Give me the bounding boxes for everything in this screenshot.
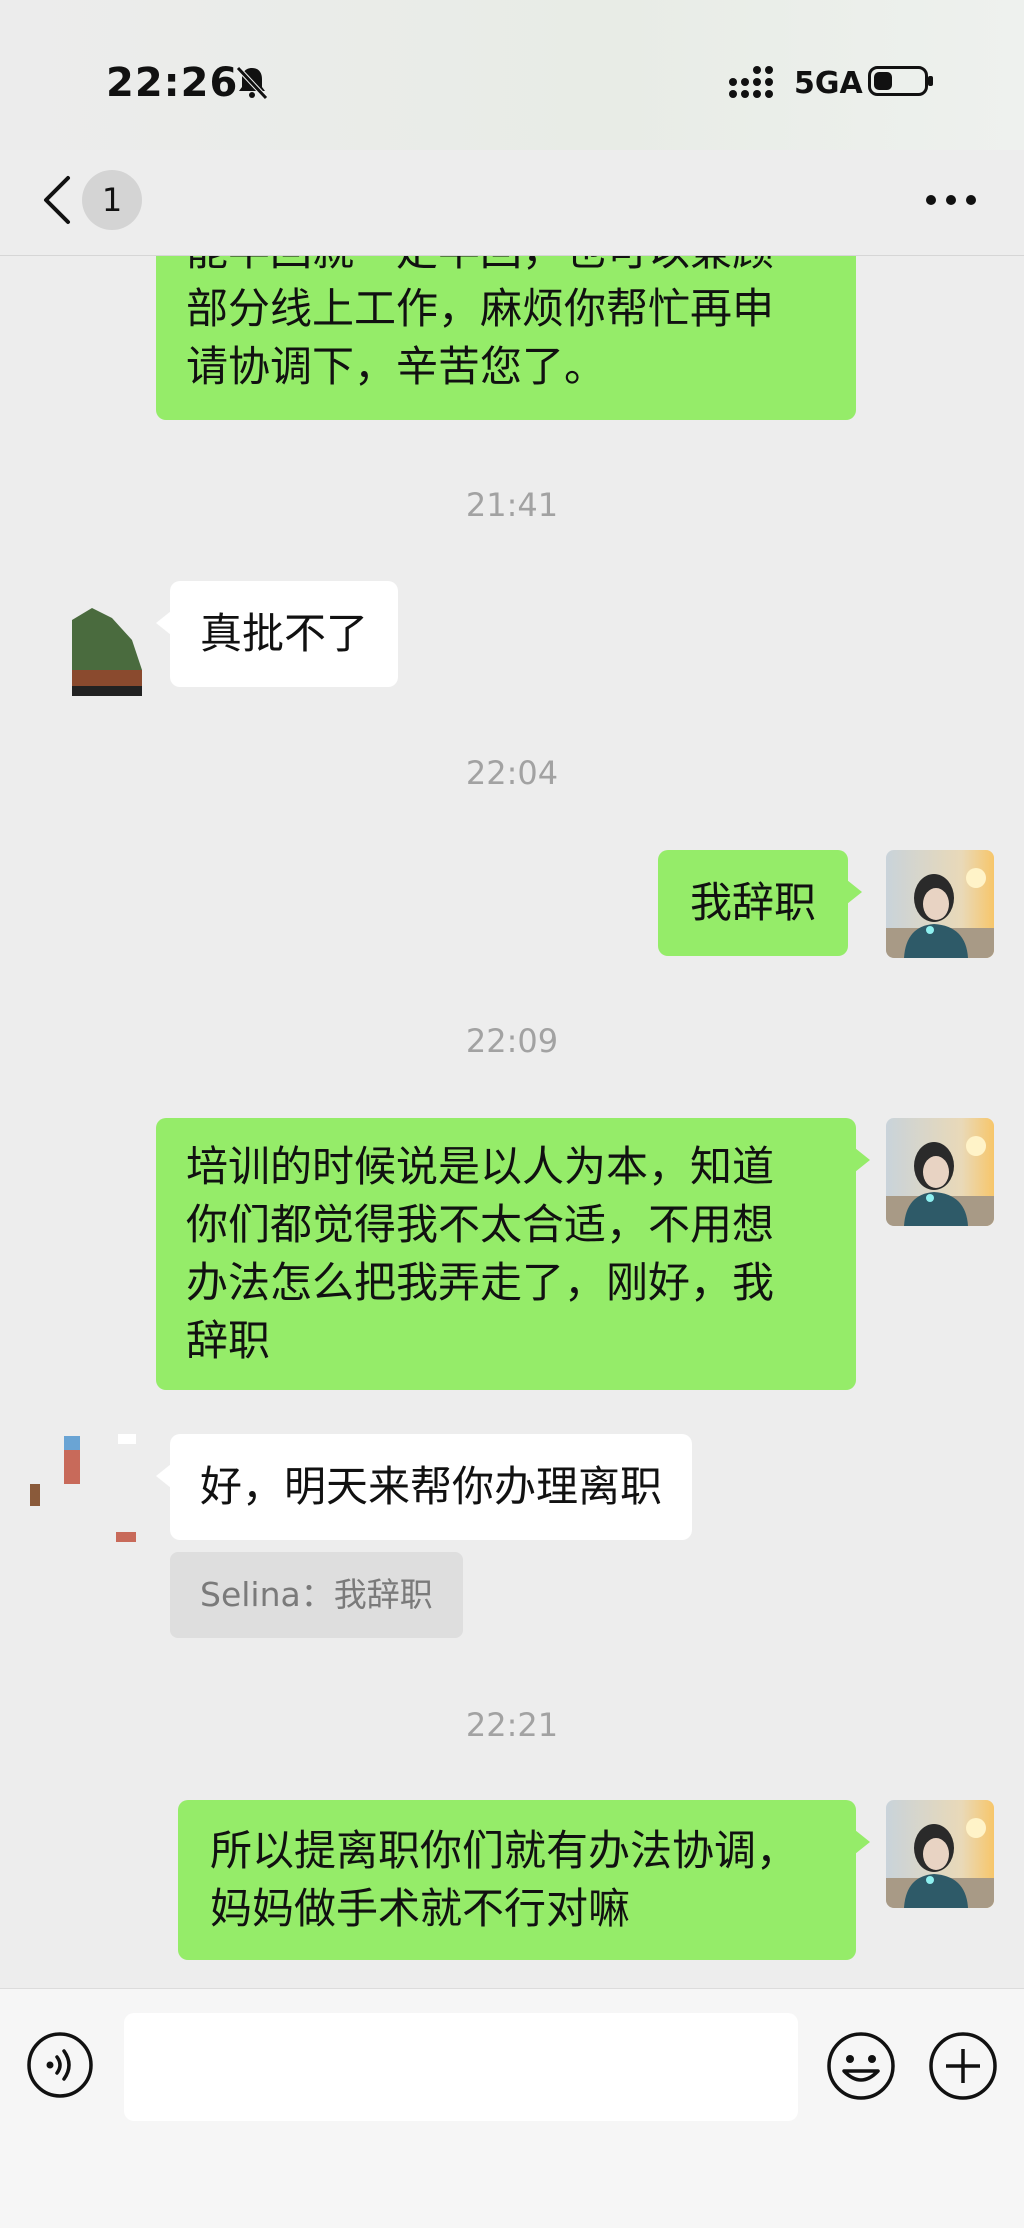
- message-line: 请协调下，辛苦您了。: [186, 342, 607, 391]
- contact-avatar[interactable]: [28, 1434, 136, 1542]
- message-line: 部分线上工作，麻烦你帮忙再申: [186, 284, 775, 333]
- message-line: 培训的时候说是以人为本，知道: [186, 1142, 775, 1191]
- message-line: 辞职: [186, 1316, 271, 1365]
- outgoing-message[interactable]: 培训的时候说是以人为本，知道 你们都觉得我不太合适，不用想 办法怎么把我弄走了，…: [156, 1118, 870, 1390]
- my-avatar[interactable]: [886, 1118, 994, 1226]
- my-avatar[interactable]: [886, 1800, 994, 1908]
- message-line: 所以提离职你们就有办法协调，: [210, 1826, 799, 1875]
- voice-icon[interactable]: [26, 2031, 94, 2099]
- chevron-left-icon[interactable]: [40, 174, 74, 226]
- my-avatar[interactable]: [886, 850, 994, 958]
- outgoing-message[interactable]: 所以提离职你们就有办法协调， 妈妈做手术就不行对嘛: [178, 1800, 870, 1960]
- chat-header: 1: [0, 150, 1024, 256]
- input-bar: [0, 1988, 1024, 2228]
- incoming-message[interactable]: 好，明天来帮你办理离职: [155, 1434, 693, 1540]
- message-text: 我辞职: [690, 878, 817, 927]
- message-line: 你们都觉得我不太合适，不用想: [186, 1200, 775, 1249]
- message-line: 能半回就一定半回，也可以兼顾: [186, 256, 826, 280]
- message-text: 真批不了: [200, 609, 369, 658]
- message-list[interactable]: 能半回就一定半回，也可以兼顾 部分线上工作，麻烦你帮忙再申 请协调下，辛苦您了。…: [0, 256, 1024, 1988]
- bell-muted-icon: [236, 66, 268, 100]
- more-icon[interactable]: [924, 188, 978, 212]
- message-text: 好，明天来帮你办理离职: [200, 1462, 663, 1511]
- status-bar: 22:26 5GA: [0, 0, 1024, 150]
- message-timestamp: 21:41: [465, 486, 559, 524]
- signal-icon: [729, 66, 773, 98]
- quoted-reply[interactable]: Selina：我辞职: [170, 1552, 463, 1638]
- message-line: 妈妈做手术就不行对嘛: [210, 1884, 631, 1933]
- battery-icon: [868, 66, 933, 96]
- unread-count-badge[interactable]: 1: [82, 170, 142, 230]
- incoming-message[interactable]: 真批不了: [155, 581, 399, 687]
- emoji-icon[interactable]: [826, 2031, 896, 2101]
- message-timestamp: 22:04: [465, 754, 559, 792]
- message-input[interactable]: [124, 2013, 798, 2121]
- outgoing-message[interactable]: 能半回就一定半回，也可以兼顾 部分线上工作，麻烦你帮忙再申 请协调下，辛苦您了。: [156, 256, 856, 420]
- outgoing-message[interactable]: 我辞职: [658, 850, 863, 956]
- contact-avatar[interactable]: [62, 600, 170, 708]
- status-time: 22:26: [106, 60, 239, 106]
- network-type: 5GA: [794, 66, 863, 101]
- plus-icon[interactable]: [928, 2031, 998, 2101]
- message-line: 办法怎么把我弄走了，刚好，我: [186, 1258, 775, 1307]
- message-timestamp: 22:09: [465, 1022, 559, 1060]
- message-timestamp: 22:21: [465, 1706, 559, 1744]
